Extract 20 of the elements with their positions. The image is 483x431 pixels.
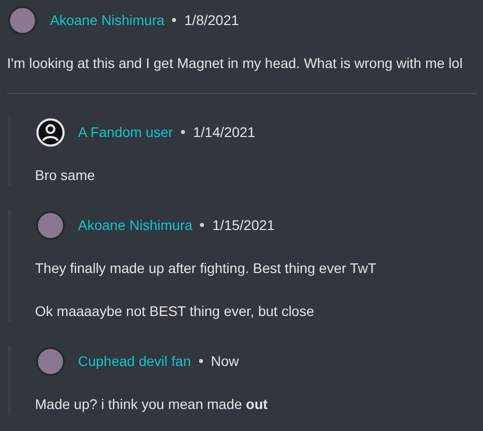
separator-dot [180, 130, 185, 134]
avatar-image[interactable] [36, 346, 65, 376]
comment-date: Now [210, 353, 239, 369]
comment-date: 1/15/2021 [212, 217, 275, 233]
avatar-image[interactable] [8, 6, 37, 34]
comment-date: 1/8/2021 [184, 12, 239, 28]
separator-dot [200, 223, 204, 227]
reply-text: Bro same [35, 166, 96, 185]
reply-text: They finally made up after fighting. Best thing ever TwT [35, 259, 378, 278]
comment-date: 1/14/2021 [192, 124, 256, 140]
author-name[interactable]: Cuphead devil fan [78, 353, 191, 369]
author-name[interactable]: A Fandom user [78, 124, 173, 140]
separator-dot [172, 18, 176, 22]
separator-dot [198, 359, 203, 363]
reply-text: Made up? i think you mean made out [35, 395, 269, 414]
author-name[interactable]: Akoane Nishimura [78, 217, 192, 233]
avatar-image[interactable] [36, 210, 65, 240]
author-name[interactable]: Akoane Nishimura [50, 12, 164, 28]
comment-text: I'm looking at this and I get Magnet in my head. What is wrong with me lol [7, 54, 464, 73]
reply-text: Ok maaaaybe not BEST thing ever, but close [35, 302, 316, 321]
